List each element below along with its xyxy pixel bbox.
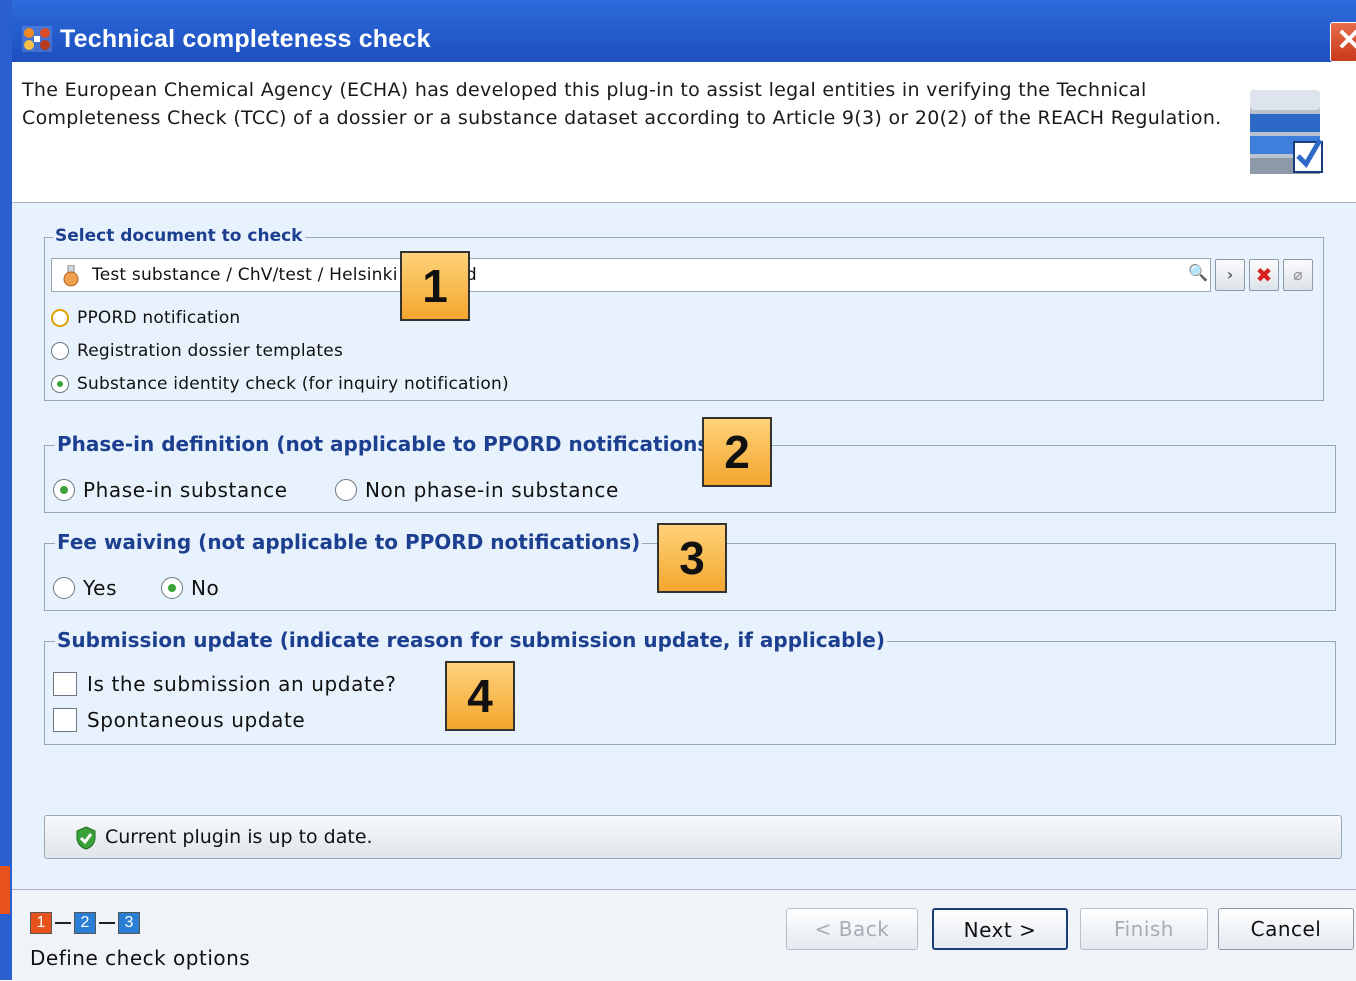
wizard-step-2: 2: [74, 912, 96, 934]
back-button[interactable]: < Back: [786, 908, 918, 950]
callout-badge-1: 1: [400, 251, 470, 321]
chevron-right-icon: ›: [1226, 265, 1234, 284]
red-x-icon: ✖: [1255, 263, 1273, 287]
paperclip-icon: ⌀: [1293, 265, 1303, 284]
link-document-button[interactable]: ⌀: [1283, 259, 1313, 291]
wizard-step-3: 3: [118, 912, 140, 934]
background-window-edge: [0, 866, 10, 914]
search-icon[interactable]: 🔍: [1188, 263, 1208, 282]
window-title: Technical completeness check: [60, 25, 431, 53]
step-connector: [55, 922, 71, 924]
substance-flask-icon: [63, 265, 79, 287]
close-button[interactable]: ✕: [1330, 22, 1356, 62]
checkbox-label: Is the submission an update?: [87, 672, 397, 696]
radio-button[interactable]: [51, 342, 69, 360]
radio-label: Non phase-in substance: [365, 478, 619, 502]
title-bar[interactable]: Technical completeness check ✕: [12, 0, 1356, 62]
select-document-group: Select document to check Test substance …: [44, 226, 1324, 401]
radio-button[interactable]: [53, 577, 75, 599]
callout-badge-3: 3: [657, 523, 727, 593]
radio-label: No: [191, 576, 220, 600]
radio-non-phase-in-substance[interactable]: Non phase-in substance: [335, 478, 619, 502]
checkbox-label: Spontaneous update: [87, 708, 306, 732]
step-connector: [99, 922, 115, 924]
submission-update-group: Submission update (indicate reason for s…: [44, 628, 1336, 745]
checkbox-spontaneous-update[interactable]: Spontaneous update: [53, 708, 305, 732]
radio-label: PPORD notification: [77, 308, 241, 328]
document-selector-field[interactable]: Test substance / ChV/test / Helsinki / F…: [51, 258, 1211, 292]
radio-label: Phase-in substance: [83, 478, 288, 502]
wizard-step-label: Define check options: [30, 946, 251, 970]
radio-substance-identity-check[interactable]: Substance identity check (for inquiry no…: [51, 374, 509, 394]
radio-button[interactable]: [51, 375, 69, 393]
finish-button[interactable]: Finish: [1080, 908, 1208, 950]
callout-badge-4: 4: [445, 661, 515, 731]
plugin-status-bar: Current plugin is up to date.: [44, 815, 1342, 859]
radio-button[interactable]: [51, 309, 69, 327]
callout-badge-2: 2: [702, 417, 772, 487]
radio-label: Substance identity check (for inquiry no…: [77, 374, 509, 394]
radio-ppord-notification[interactable]: PPORD notification: [51, 308, 240, 328]
header-description: The European Chemical Agency (ECHA) has …: [22, 79, 1222, 129]
radio-fee-waiving-no[interactable]: No: [161, 576, 219, 600]
header-panel: The European Chemical Agency (ECHA) has …: [12, 62, 1356, 203]
checkbox[interactable]: [53, 672, 77, 696]
cancel-button[interactable]: Cancel: [1218, 908, 1354, 950]
clear-document-button[interactable]: ✖: [1249, 259, 1279, 291]
submission-update-legend: Submission update (indicate reason for s…: [55, 628, 887, 652]
radio-button[interactable]: [161, 577, 183, 599]
phase-in-definition-group: Phase-in definition (not applicable to P…: [44, 432, 1336, 513]
checkbox[interactable]: [53, 708, 77, 732]
radio-button[interactable]: [53, 479, 75, 501]
radio-label: Yes: [83, 576, 118, 600]
wizard-footer: 1 2 3 Define check options < Back Next >…: [12, 889, 1356, 981]
database-check-icon: [1250, 90, 1323, 174]
radio-fee-waiving-yes[interactable]: Yes: [53, 576, 117, 600]
wizard-step-indicator: 1 2 3: [30, 912, 140, 934]
checkbox-is-submission-update[interactable]: Is the submission an update?: [53, 672, 397, 696]
radio-phase-in-substance[interactable]: Phase-in substance: [53, 478, 288, 502]
shield-check-icon: [76, 826, 96, 850]
radio-label: Registration dossier templates: [77, 341, 343, 361]
go-to-document-button[interactable]: ›: [1215, 259, 1245, 291]
radio-registration-dossier-templates[interactable]: Registration dossier templates: [51, 341, 343, 361]
window-left-border: [0, 0, 12, 980]
dialog-window: Technical completeness check ✕ The Europ…: [0, 0, 1356, 981]
radio-button[interactable]: [335, 479, 357, 501]
phase-in-legend: Phase-in definition (not applicable to P…: [55, 432, 721, 456]
fee-waiving-legend: Fee waiving (not applicable to PPORD not…: [55, 530, 643, 554]
next-button[interactable]: Next >: [932, 908, 1068, 950]
app-logo-icon: [22, 26, 52, 52]
content-panel: Select document to check Test substance …: [12, 203, 1356, 889]
plugin-status-text: Current plugin is up to date.: [105, 826, 373, 848]
select-document-legend: Select document to check: [53, 226, 305, 246]
wizard-step-1: 1: [30, 912, 52, 934]
